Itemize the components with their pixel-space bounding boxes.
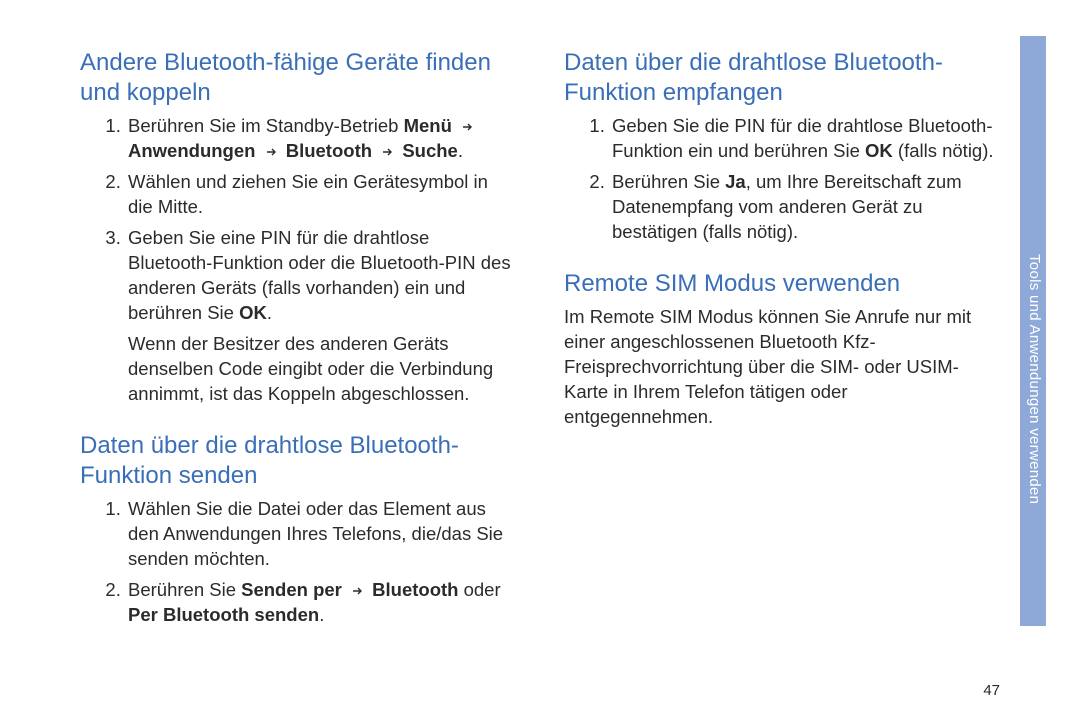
list-item: Geben Sie die PIN für die drahtlose Blue… <box>610 114 1000 164</box>
list-item: Wählen und ziehen Sie ein Gerätesymbol i… <box>126 170 516 220</box>
arrow-icon <box>265 139 277 164</box>
page-content: Andere Bluetooth-fähige Geräte finden un… <box>80 48 1000 688</box>
paragraph: Im Remote SIM Modus können Sie Anrufe nu… <box>564 305 1000 430</box>
menu-path-suche: Suche <box>402 140 458 161</box>
list-send-data: Wählen Sie die Datei oder das Element au… <box>80 497 516 628</box>
list-pair-devices: Berühren Sie im Standby-Betrieb Menü Anw… <box>80 114 516 326</box>
text: oder <box>458 579 500 600</box>
text: . <box>458 140 463 161</box>
list-item: Berühren Sie Ja, um Ihre Bereitschaft zu… <box>610 170 1000 245</box>
heading-receive-data: Daten über die drahtlose Bluetooth-Funkt… <box>564 48 1000 108</box>
list-item: Geben Sie eine PIN für die drahtlose Blu… <box>126 226 516 326</box>
heading-pair-devices: Andere Bluetooth-fähige Geräte finden un… <box>80 48 516 108</box>
text: Berühren Sie <box>612 171 725 192</box>
list-item: Berühren Sie im Standby-Betrieb Menü Anw… <box>126 114 516 164</box>
senden-per-label: Senden per <box>241 579 342 600</box>
ok-label: OK <box>239 302 267 323</box>
arrow-icon <box>461 114 473 139</box>
paragraph: Wenn der Besitzer des anderen Geräts den… <box>126 332 516 407</box>
menu-path-menu: Menü <box>404 115 452 136</box>
text: . <box>319 604 324 625</box>
ok-label: OK <box>865 140 893 161</box>
text: . <box>267 302 272 323</box>
page-number: 47 <box>983 682 1000 699</box>
per-bluetooth-senden-label: Per Bluetooth senden <box>128 604 319 625</box>
list-item: Berühren Sie Senden per Bluetooth oder P… <box>126 578 516 628</box>
manual-page: Tools und Anwendungen verwenden Andere B… <box>0 0 1080 721</box>
menu-path-bluetooth: Bluetooth <box>286 140 372 161</box>
list-receive-data: Geben Sie die PIN für die drahtlose Blue… <box>564 114 1000 245</box>
heading-remote-sim: Remote SIM Modus verwenden <box>564 269 1000 299</box>
list-item: Wählen Sie die Datei oder das Element au… <box>126 497 516 572</box>
text: (falls nötig). <box>893 140 994 161</box>
heading-send-data: Daten über die drahtlose Bluetooth-Funkt… <box>80 431 516 491</box>
menu-path-anwendungen: Anwendungen <box>128 140 255 161</box>
text: Berühren Sie im Standby-Betrieb <box>128 115 404 136</box>
ja-label: Ja <box>725 171 746 192</box>
bluetooth-label: Bluetooth <box>372 579 458 600</box>
text: Geben Sie eine PIN für die drahtlose Blu… <box>128 227 511 323</box>
side-tab-label: Tools und Anwendungen verwenden <box>1023 254 1043 504</box>
arrow-icon <box>351 578 363 603</box>
text: Berühren Sie <box>128 579 241 600</box>
arrow-icon <box>381 139 393 164</box>
